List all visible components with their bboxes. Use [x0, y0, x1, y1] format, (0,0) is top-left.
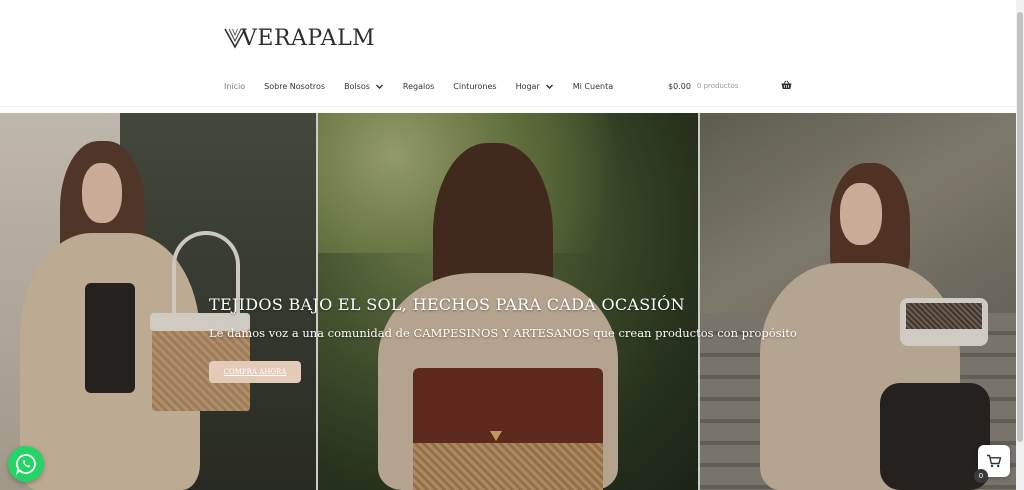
nav-item-hogar[interactable]: Hogar: [516, 82, 554, 91]
hero-subtitle: Le damos voz a una comunidad de CAMPESIN…: [209, 326, 797, 340]
nav-item-inicio[interactable]: Inicio: [224, 82, 245, 91]
chevron-down-icon: [545, 82, 554, 91]
cart-count: 0 productos: [696, 82, 739, 90]
header-cart-link[interactable]: $0.00 0 productos: [668, 78, 738, 94]
site-header: VERAPALM Inicio Sobre Nosotros Bolsos Re…: [0, 0, 1016, 107]
basket-icon[interactable]: [781, 80, 792, 90]
nav-label: Cinturones: [453, 81, 497, 91]
nav-label: Regalos: [402, 81, 435, 91]
nav-label: Inicio: [224, 81, 246, 91]
logo[interactable]: VERAPALM: [224, 24, 375, 52]
nav-label: Sobre Nosotros: [264, 81, 326, 91]
hero-title: TEJIDOS BAJO EL SOL, HECHOS PARA CADA OC…: [209, 295, 685, 314]
nav-item-regalos[interactable]: Regalos: [403, 82, 434, 91]
nav-item-sobre-nosotros[interactable]: Sobre Nosotros: [264, 82, 325, 91]
scrollbar-thumb[interactable]: [1017, 12, 1023, 442]
cart-amount: $0.00: [668, 81, 691, 91]
whatsapp-icon: [16, 454, 36, 475]
nav-item-cinturones[interactable]: Cinturones: [453, 82, 496, 91]
nav-label: Bolsos: [344, 81, 370, 91]
nav-label: Mi Cuenta: [572, 81, 614, 91]
hero-banner: TEJIDOS BAJO EL SOL, HECHOS PARA CADA OC…: [0, 113, 1016, 490]
cart-icon: [987, 454, 1002, 468]
shop-now-button[interactable]: COMPRA AHORA: [209, 361, 301, 383]
cart-badge: 0: [974, 469, 988, 483]
whatsapp-button[interactable]: [8, 446, 44, 482]
main-nav: Inicio Sobre Nosotros Bolsos Regalos Cin…: [224, 78, 632, 94]
logo-text: VERAPALM: [241, 25, 376, 51]
nav-item-bolsos[interactable]: Bolsos: [344, 82, 384, 91]
page-scrollbar[interactable]: [1016, 0, 1024, 490]
chevron-down-icon: [375, 82, 384, 91]
nav-label: Hogar: [515, 81, 540, 91]
nav-item-mi-cuenta[interactable]: Mi Cuenta: [573, 82, 613, 91]
